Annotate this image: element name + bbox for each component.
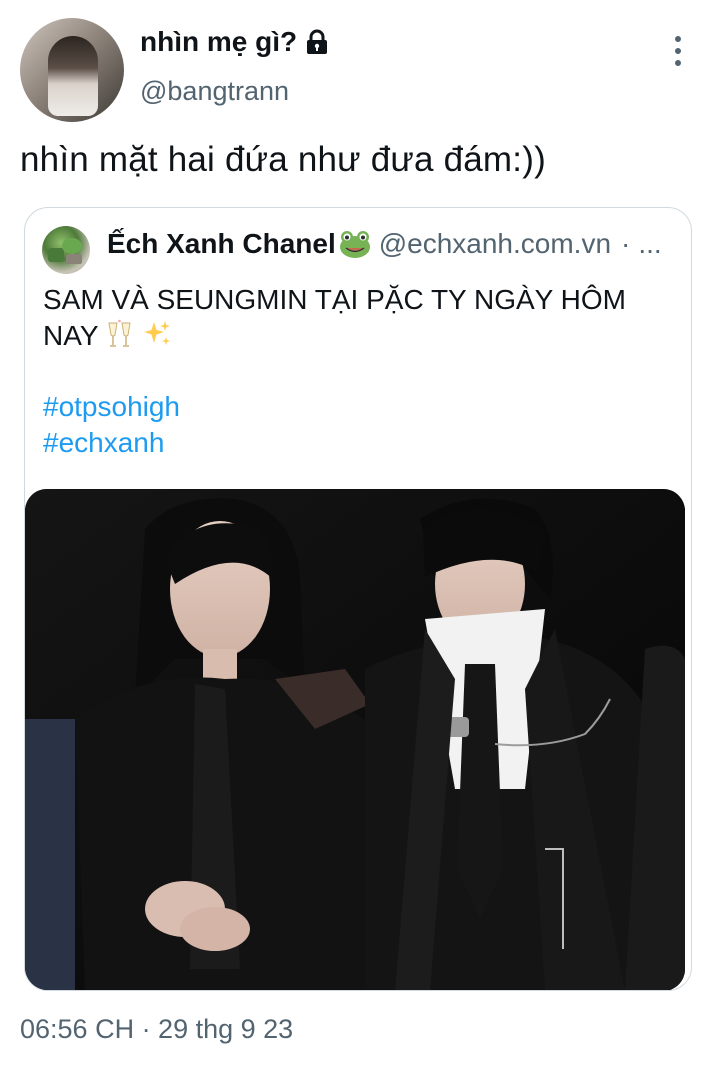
hashtag-link[interactable]: #otpsohigh (43, 389, 180, 425)
quoted-tweet-card[interactable]: Ếch Xanh Chanel @echxanh.com.vn · ... SA… (24, 207, 692, 991)
quoted-display-name[interactable]: Ếch Xanh Chanel (107, 228, 336, 260)
lock-icon (305, 29, 329, 55)
hashtag-link[interactable]: #echxanh (43, 425, 180, 461)
author-display-name[interactable]: nhìn mẹ gì? (140, 26, 297, 58)
hashtag-list: #otpsohigh #echxanh (43, 389, 180, 461)
author-name-row: nhìn mẹ gì? (140, 26, 329, 58)
profile-avatar[interactable] (20, 18, 124, 122)
quoted-header: Ếch Xanh Chanel @echxanh.com.vn · ... (107, 228, 681, 260)
sparkles-icon (142, 319, 172, 358)
quoted-text-block: SAM VÀ SEUNGMIN TẠI PẶC TY NGÀY HÔM NAY (43, 282, 673, 358)
more-options-icon[interactable] (666, 36, 690, 66)
tweet-timestamp[interactable]: 06:56 CH · 29 thg 9 23 (20, 1014, 293, 1045)
quoted-separator: · (621, 228, 631, 259)
quoted-author-avatar[interactable] (42, 226, 90, 274)
quoted-handle[interactable]: @echxanh.com.vn (379, 228, 611, 260)
clinking-glasses-icon (106, 319, 134, 358)
tweet-text: nhìn mặt hai đứa như đưa đám:)) (20, 140, 546, 179)
frog-icon (339, 229, 371, 259)
author-handle[interactable]: @bangtrann (140, 76, 289, 107)
quoted-ellipsis: ... (638, 228, 662, 259)
quoted-media-photo[interactable] (25, 489, 685, 990)
avatar-photo-figure (48, 36, 98, 116)
